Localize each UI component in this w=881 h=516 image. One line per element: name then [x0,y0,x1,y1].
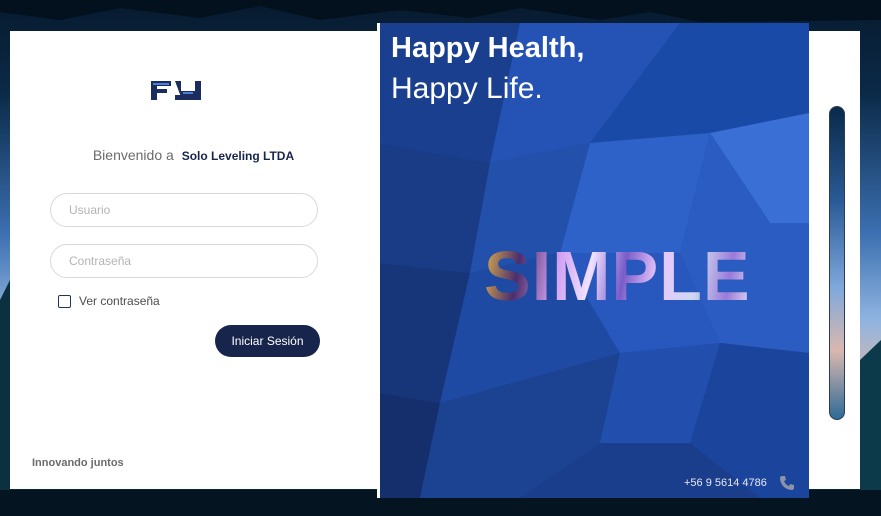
company-logo [149,77,202,103]
show-password-toggle[interactable]: Ver contraseña [58,294,160,308]
hero-headline-light: Happy Life. [391,72,543,105]
company-name: Solo Leveling LTDA [181,149,295,163]
hero-panel: Happy Health, Happy Life. SIMPLE +56 9 5… [380,23,809,498]
show-password-label: Ver contraseña [79,294,160,308]
contact-phone[interactable]: +56 9 5614 4786 [684,475,795,491]
login-card: Bienvenido a Solo Leveling LTDA Ver cont… [10,31,377,489]
scrollbar-thumb[interactable] [829,106,845,420]
footer-tagline: Innovando juntos [32,457,124,469]
password-input[interactable] [50,244,318,278]
welcome-message: Bienvenido a Solo Leveling LTDA [10,147,377,163]
welcome-text: Bienvenido a [92,147,174,163]
login-button[interactable]: Iniciar Sesión [215,325,320,357]
phone-number: +56 9 5614 4786 [684,477,767,489]
username-input[interactable] [50,193,318,227]
hero-headline-bold: Happy Health, [391,32,585,64]
show-password-checkbox[interactable] [58,294,71,308]
phone-icon [779,476,794,490]
feature-word: SIMPLE [484,237,751,315]
